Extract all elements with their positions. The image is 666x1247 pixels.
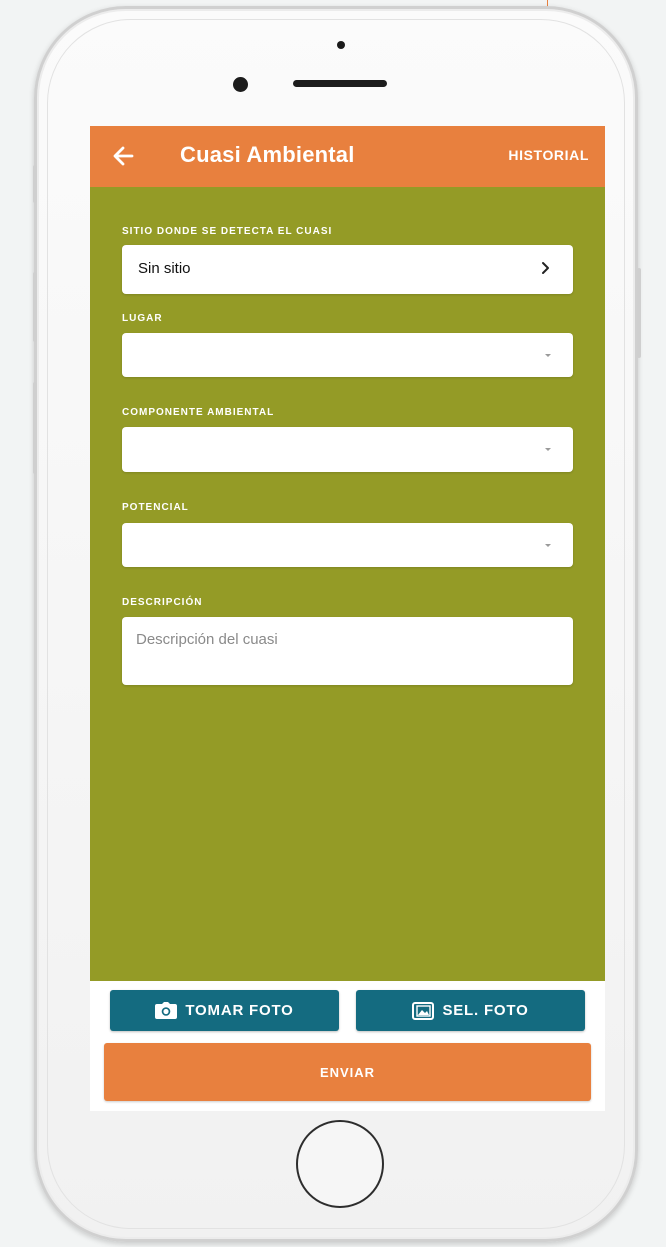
form-area: SITIO DONDE SE DETECTA EL CUASI Sin siti… <box>90 187 605 981</box>
place-dropdown[interactable] <box>122 333 573 377</box>
take-photo-button[interactable]: TOMAR FOTO <box>110 990 339 1031</box>
select-photo-label: SEL. FOTO <box>442 1002 529 1019</box>
send-button[interactable]: ENVIAR <box>104 1043 591 1101</box>
action-bar: TOMAR FOTO SEL. FOTO ENVIAR <box>90 981 605 1111</box>
mute-switch <box>33 165 37 203</box>
description-textarea[interactable]: Descripción del cuasi <box>122 617 573 685</box>
dropdown-caret-icon <box>545 544 551 547</box>
environmental-component-label: COMPONENTE AMBIENTAL <box>122 407 275 418</box>
select-photo-button[interactable]: SEL. FOTO <box>356 990 585 1031</box>
volume-up-button <box>33 272 37 342</box>
page-title: Cuasi Ambiental <box>180 142 355 167</box>
app-screen: Cuasi Ambiental HISTORIAL SITIO DONDE SE… <box>90 126 605 1111</box>
description-placeholder: Descripción del cuasi <box>136 631 278 648</box>
arrow-left-icon[interactable] <box>110 143 136 169</box>
proximity-sensor <box>337 41 345 49</box>
send-label: ENVIAR <box>319 1064 376 1080</box>
site-selector[interactable]: Sin sitio <box>122 245 573 294</box>
home-button[interactable] <box>296 1120 384 1208</box>
description-label: DESCRIPCIÓN <box>122 597 203 608</box>
potential-label: POTENCIAL <box>122 502 189 513</box>
place-label: LUGAR <box>122 313 163 324</box>
chevron-right-icon <box>542 262 549 274</box>
image-gallery-icon <box>412 1001 435 1020</box>
dropdown-caret-icon <box>545 448 551 451</box>
volume-down-button <box>33 382 37 474</box>
dropdown-caret-icon <box>545 354 551 357</box>
site-label: SITIO DONDE SE DETECTA EL CUASI <box>122 226 333 237</box>
front-camera <box>233 77 248 92</box>
environmental-component-dropdown[interactable] <box>122 427 573 472</box>
power-button <box>637 268 641 358</box>
camera-icon <box>155 1002 178 1019</box>
take-photo-label: TOMAR FOTO <box>185 1002 294 1019</box>
earpiece-speaker <box>293 80 387 87</box>
site-value: Sin sitio <box>138 260 191 277</box>
potential-dropdown[interactable] <box>122 523 573 567</box>
app-bar: Cuasi Ambiental HISTORIAL <box>90 126 605 187</box>
history-button[interactable]: HISTORIAL <box>508 147 589 163</box>
